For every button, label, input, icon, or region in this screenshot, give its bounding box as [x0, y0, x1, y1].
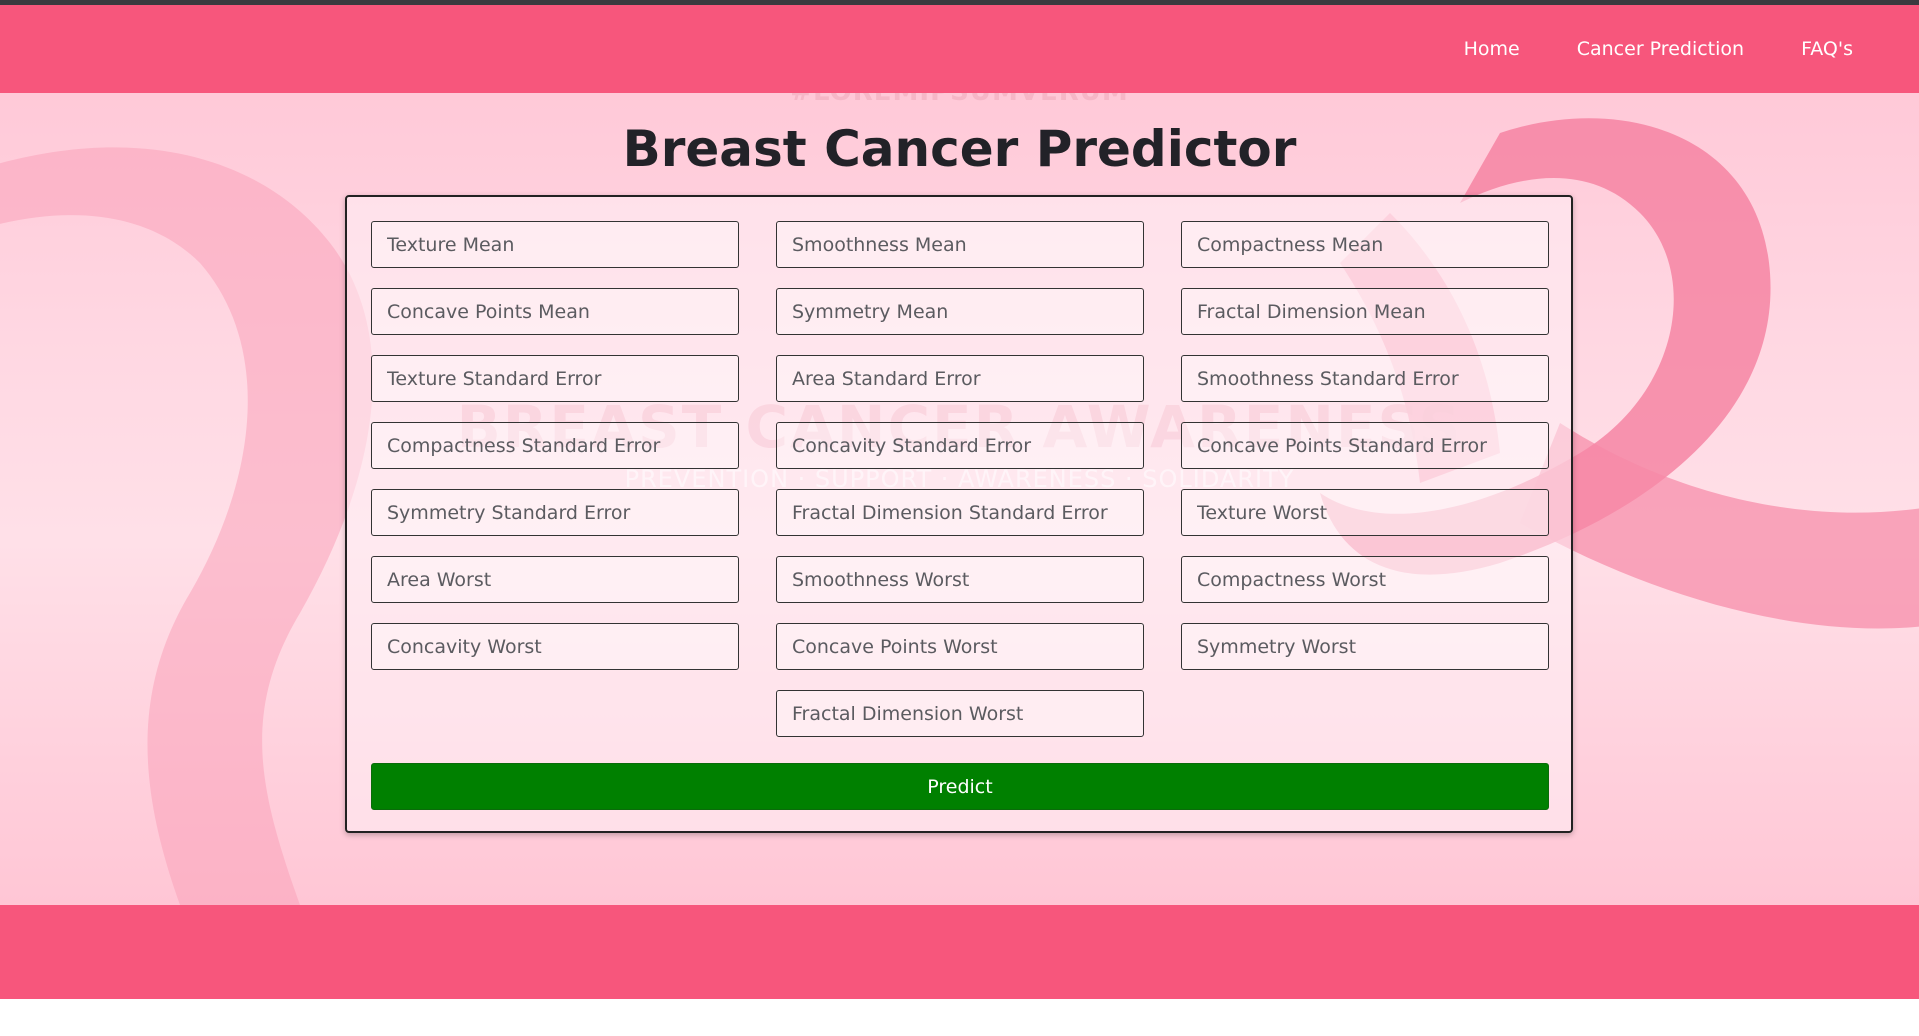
- compactness-standard-error-input[interactable]: [371, 422, 739, 469]
- texture-standard-error-input[interactable]: [371, 355, 739, 402]
- footer: [0, 905, 1919, 999]
- concavity-standard-error-input[interactable]: [776, 422, 1144, 469]
- area-standard-error-input[interactable]: [776, 355, 1144, 402]
- background-hashtag-text: #LOREMIPSUMVERUM: [0, 93, 1919, 107]
- concavity-worst-input[interactable]: [371, 623, 739, 670]
- texture-mean-input[interactable]: [371, 221, 739, 268]
- navbar: Home Cancer Prediction FAQ's: [0, 5, 1919, 93]
- nav-links: Home Cancer Prediction FAQ's: [1464, 5, 1853, 93]
- predict-button[interactable]: Predict: [371, 763, 1549, 810]
- nav-link-faqs[interactable]: FAQ's: [1801, 38, 1853, 60]
- smoothness-standard-error-input[interactable]: [1181, 355, 1549, 402]
- symmetry-standard-error-input[interactable]: [371, 489, 739, 536]
- fractal-dimension-mean-input[interactable]: [1181, 288, 1549, 335]
- concave-points-worst-input[interactable]: [776, 623, 1144, 670]
- smoothness-worst-input[interactable]: [776, 556, 1144, 603]
- prediction-form: Predict: [345, 195, 1573, 833]
- page-title: Breast Cancer Predictor: [622, 120, 1297, 178]
- nav-link-cancer-prediction[interactable]: Cancer Prediction: [1577, 38, 1744, 60]
- smoothness-mean-input[interactable]: [776, 221, 1144, 268]
- texture-worst-input[interactable]: [1181, 489, 1549, 536]
- compactness-mean-input[interactable]: [1181, 221, 1549, 268]
- symmetry-worst-input[interactable]: [1181, 623, 1549, 670]
- concave-points-mean-input[interactable]: [371, 288, 739, 335]
- input-grid: [371, 221, 1549, 737]
- compactness-worst-input[interactable]: [1181, 556, 1549, 603]
- nav-link-home[interactable]: Home: [1464, 38, 1520, 60]
- concave-points-standard-error-input[interactable]: [1181, 422, 1549, 469]
- area-worst-input[interactable]: [371, 556, 739, 603]
- fractal-dimension-worst-input[interactable]: [776, 690, 1144, 737]
- fractal-dimension-standard-error-input[interactable]: [776, 489, 1144, 536]
- symmetry-mean-input[interactable]: [776, 288, 1144, 335]
